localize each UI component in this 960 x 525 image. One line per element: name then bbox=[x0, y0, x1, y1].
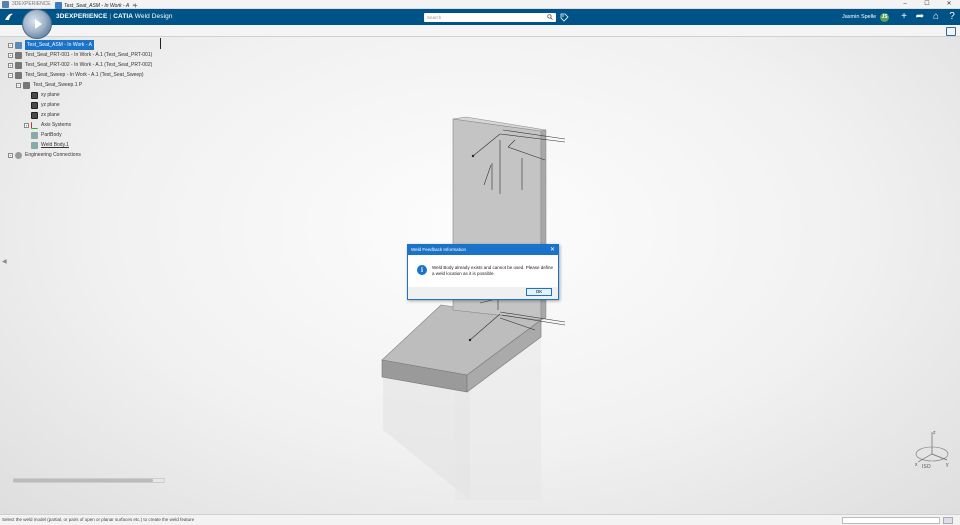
tree-item[interactable]: PartBody bbox=[8, 130, 152, 140]
tree-expander-icon[interactable]: + bbox=[8, 62, 13, 68]
tab-test-seat-asm[interactable]: Test_Seat_ASM - In Work - A × bbox=[55, 2, 139, 11]
tree-item-label: Test_Seat_Sweep - In Work - A.1 (Test_Se… bbox=[25, 72, 144, 78]
part-icon bbox=[15, 71, 22, 79]
axis-triad-icon[interactable]: x y z bbox=[912, 428, 952, 472]
triad-y-label: y bbox=[946, 462, 949, 468]
specification-tree: − Test_Seat_ASM - In Work - A + Test_Seat_P… bbox=[8, 40, 152, 160]
compass-icon[interactable] bbox=[22, 9, 52, 39]
tree-item-label: yz plane bbox=[41, 102, 60, 108]
tree-item[interactable]: yz plane bbox=[8, 100, 152, 110]
brand-title: 3DEXPERIENCE | CATIA Weld Design bbox=[56, 9, 173, 25]
top-actions: + ➦ ⌂ ? bbox=[896, 9, 960, 25]
add-tab-button[interactable]: + bbox=[133, 1, 138, 10]
plus-icon[interactable]: + bbox=[896, 9, 912, 25]
plane-icon bbox=[31, 111, 38, 119]
dialog-body: i Weld Body already exists and cannot be… bbox=[408, 255, 558, 287]
dialog-title: Weld Feedback Information bbox=[411, 247, 466, 252]
dialog-message: Weld Body already exists and cannot be u… bbox=[432, 265, 553, 276]
triad-z-label: z bbox=[933, 430, 936, 436]
tree-item[interactable]: + Engineering Connections bbox=[8, 150, 152, 160]
ok-button[interactable]: OK bbox=[526, 288, 552, 296]
dialog-close-icon[interactable]: ✕ bbox=[550, 245, 555, 255]
info-icon: i bbox=[417, 265, 427, 275]
tab-bar bbox=[0, 25, 960, 37]
tree-item-label: Axis Systems bbox=[41, 122, 72, 128]
search-input[interactable]: Search bbox=[424, 13, 556, 22]
dialog-title-bar: Weld Feedback Information ✕ bbox=[408, 245, 558, 255]
connection-icon bbox=[15, 151, 22, 159]
body-icon bbox=[31, 141, 38, 149]
maximize-icon[interactable]: ☐ bbox=[916, 0, 938, 9]
tree-expander-icon[interactable]: + bbox=[24, 122, 29, 128]
window-title: 3DEXPERIENCE bbox=[12, 1, 51, 7]
tree-expander-icon[interactable]: + bbox=[8, 152, 13, 158]
tree-item[interactable]: xy plane bbox=[8, 90, 152, 100]
tree-item-label: Test_Seat_PRT-001 - In Work - A.1 (Test_… bbox=[25, 52, 153, 58]
status-text: Select the weld model (partial, or pairs… bbox=[2, 517, 195, 522]
tree-item-label: Test_Seat_ASM - In Work - A bbox=[25, 40, 94, 50]
tree-expander-icon[interactable]: − bbox=[8, 42, 13, 48]
view-label: ISO bbox=[922, 464, 931, 470]
tree-item[interactable]: + Test_Seat_PRT-001 - In Work - A.1 (Test… bbox=[8, 50, 152, 60]
tree-item[interactable]: − Test_Seat_Sweep - In Work - A.1 (Test_S… bbox=[8, 70, 152, 80]
avatar[interactable]: JS bbox=[880, 13, 889, 22]
assembly-icon bbox=[55, 2, 62, 9]
compass-play-icon bbox=[34, 19, 42, 29]
tree-item-label: PartBody bbox=[41, 132, 62, 138]
tree-item[interactable]: zx plane bbox=[8, 110, 152, 120]
tree-item[interactable]: Weld Body.1 bbox=[8, 140, 152, 150]
help-icon[interactable]: ? bbox=[944, 9, 960, 25]
expand-view-icon[interactable] bbox=[946, 27, 956, 36]
minimize-icon[interactable]: – bbox=[894, 0, 916, 9]
tag-icon[interactable] bbox=[560, 13, 569, 22]
tree-item[interactable]: − Test_Seat_ASM - In Work - A bbox=[8, 40, 152, 50]
ds-logo-icon[interactable] bbox=[3, 11, 15, 23]
tree-expander-icon[interactable]: − bbox=[8, 72, 13, 78]
tree-item[interactable]: + Axis Systems bbox=[8, 120, 152, 130]
part-icon bbox=[15, 61, 22, 69]
tree-item-label: xy plane bbox=[41, 92, 60, 98]
app-name: Weld Design bbox=[134, 13, 173, 20]
plane-icon bbox=[31, 91, 38, 99]
brand-name: 3DEXPERIENCE bbox=[56, 13, 108, 20]
command-button[interactable] bbox=[943, 517, 953, 524]
close-window-icon[interactable]: ✕ bbox=[938, 0, 960, 9]
window-controls: – ☐ ✕ bbox=[894, 0, 960, 9]
tree-item-label: Test_Seat_Sweep.1 P bbox=[33, 82, 83, 88]
panel-collapse-icon[interactable]: ◀ bbox=[2, 258, 7, 265]
tree-scrollbar-thumb[interactable] bbox=[13, 479, 153, 482]
tree-connector-line bbox=[160, 38, 161, 49]
part-icon bbox=[15, 51, 22, 59]
search-placeholder: Search bbox=[427, 15, 442, 20]
home-icon[interactable]: ⌂ bbox=[928, 9, 944, 25]
command-input[interactable] bbox=[842, 517, 940, 524]
assembly-icon bbox=[15, 41, 22, 49]
search-icon[interactable] bbox=[547, 14, 553, 20]
share-icon[interactable]: ➦ bbox=[912, 9, 928, 25]
tree-expander-icon[interactable]: + bbox=[8, 52, 13, 58]
axis-icon bbox=[31, 121, 38, 129]
tree-item[interactable]: + Test_Seat_PRT-002 - In Work - A.1 (Test… bbox=[8, 60, 152, 70]
tree-expander-icon[interactable]: − bbox=[16, 82, 21, 88]
window-title-bar: 3DEXPERIENCE – ☐ ✕ bbox=[0, 0, 960, 9]
app-icon bbox=[2, 0, 9, 8]
status-bar: Select the weld model (partial, or pairs… bbox=[0, 514, 960, 525]
triad-x-label: x bbox=[915, 462, 918, 468]
brand-separator: | bbox=[109, 13, 112, 20]
tree-item-label: Weld Body.1 bbox=[41, 142, 69, 148]
tab-label: Test_Seat_ASM - In Work - A bbox=[64, 2, 130, 9]
body-icon bbox=[31, 131, 38, 139]
tree-item[interactable]: − Test_Seat_Sweep.1 P bbox=[8, 80, 152, 90]
tree-item-label: Engineering Connections bbox=[25, 152, 81, 158]
plane-icon bbox=[31, 101, 38, 109]
weld-feedback-dialog: Weld Feedback Information ✕ i Weld Body … bbox=[407, 244, 559, 300]
tree-item-label: Test_Seat_PRT-002 - In Work - A.1 (Test_… bbox=[25, 62, 153, 68]
part-icon bbox=[23, 81, 30, 89]
app-prefix: CATIA bbox=[113, 13, 133, 20]
tree-item-label: zx plane bbox=[41, 112, 60, 118]
user-name[interactable]: Jasmin Spelle bbox=[842, 9, 876, 25]
